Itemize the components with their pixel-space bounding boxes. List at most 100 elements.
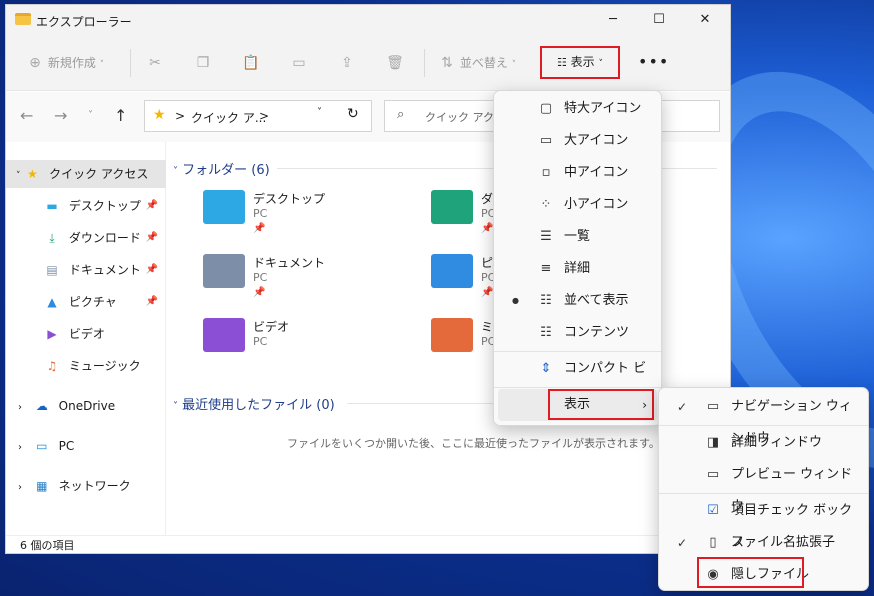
checkmark-icon: ✓: [677, 400, 688, 414]
sidebar-item-label: OneDrive: [58, 399, 116, 413]
submenu-item-file-extensions[interactable]: ✓ ▯ ファイル名拡張子: [663, 527, 864, 559]
recent-locations-chevron-icon[interactable]: ˅: [88, 110, 93, 121]
sidebar-item-label: PC: [58, 439, 75, 453]
group-header-label: 最近使用したファイル (0): [182, 398, 335, 413]
checkmark-icon: ✓: [677, 536, 688, 550]
more-options-button[interactable]: •••: [638, 52, 669, 71]
menu-item-large-icons[interactable]: ▭ 大アイコン: [498, 125, 657, 157]
minimize-button[interactable]: ─: [590, 7, 636, 33]
sidebar-item-desktop[interactable]: ▬ デスクトップ 📌: [6, 192, 166, 220]
menu-item-list[interactable]: ☰ 一覧: [498, 221, 657, 253]
cut-button[interactable]: ✂: [146, 52, 164, 74]
folder-item[interactable]: ドキュメント PC 📌: [203, 254, 403, 310]
submenu-item-details-pane[interactable]: ◨ 詳細ウィンドウ: [663, 427, 864, 459]
view-menu: ▢ 特大アイコン ▭ 大アイコン ▫ 中アイコン ⁘ 小アイコン ☰ 一覧 ≡ …: [493, 90, 662, 426]
folder-icon: [15, 13, 31, 25]
navigation-pane: ˅ ★ クイック アクセス ▬ デスクトップ 📌 ⤓ ダウンロード 📌 ▤ ドキ…: [6, 142, 166, 535]
folder-location: PC: [253, 335, 268, 348]
menu-divider: [494, 351, 661, 352]
close-button[interactable]: ✕: [682, 7, 728, 33]
copy-button[interactable]: ❐: [194, 52, 212, 74]
expand-chevron-icon: ˅: [16, 171, 21, 181]
document-icon: ▤: [46, 263, 58, 277]
command-bar: ⊕ 新規作成 ˅ ✂ ❐ 📋 ▭ ⇪ 🗑 ⇅ 並べ替え ˅ ☷ 表示 ˅ •••: [6, 35, 730, 91]
rename-button[interactable]: ▭: [290, 52, 308, 74]
sidebar-item-quick-access[interactable]: ˅ ★ クイック アクセス: [6, 160, 166, 188]
menu-divider: [659, 425, 868, 426]
highlight-show-item: [548, 389, 654, 420]
list-icon: ☰: [540, 229, 552, 244]
sidebar-item-network[interactable]: › ▦ ネットワーク: [6, 472, 166, 500]
sidebar-item-music[interactable]: ♫ ミュージック: [6, 352, 166, 380]
sidebar-item-documents[interactable]: ▤ ドキュメント 📌: [6, 256, 166, 284]
search-icon: ⌕: [397, 107, 405, 122]
compact-view-icon: ⇕: [540, 361, 552, 376]
submenu-item-navigation-pane[interactable]: ✓ ▭ ナビゲーション ウィンドウ: [663, 391, 864, 446]
recent-group-header[interactable]: ˅ 最近使用したファイル (0): [173, 394, 335, 413]
folder-name: ダ: [481, 192, 494, 206]
menu-item-details[interactable]: ≡ 詳細: [498, 253, 657, 285]
paste-button[interactable]: 📋: [242, 52, 260, 74]
folder-item[interactable]: ビデオ PC: [203, 318, 403, 374]
pin-icon: 📌: [253, 223, 266, 234]
breadcrumb-current[interactable]: クイック ア...: [191, 109, 266, 126]
sidebar-item-pc[interactable]: › ▭ PC: [6, 432, 166, 460]
sidebar-item-pictures[interactable]: ▲ ピクチャ 📌: [6, 288, 166, 316]
status-bar: 6 個の項目: [6, 535, 730, 553]
view-label: 表示: [570, 55, 595, 69]
pin-icon: 📌: [253, 287, 266, 298]
sidebar-item-label: ビデオ: [68, 327, 105, 341]
back-arrow-icon[interactable]: ←: [20, 106, 33, 125]
picture-icon: ▲: [47, 295, 57, 309]
address-field[interactable]: ★ > クイック ア... > ˅ ↻: [144, 100, 372, 132]
folder-item[interactable]: デスクトップ PC 📌: [203, 190, 403, 246]
toolbar-divider: [424, 49, 425, 77]
sidebar-item-videos[interactable]: ▶ ビデオ: [6, 320, 166, 348]
cloud-icon: ☁: [35, 399, 48, 413]
sidebar-item-label: デスクトップ: [68, 199, 141, 213]
share-button[interactable]: ⇪: [338, 52, 356, 74]
menu-item-small-icons[interactable]: ⁘ 小アイコン: [498, 189, 657, 221]
sidebar-item-onedrive[interactable]: › ☁ OneDrive: [6, 392, 166, 420]
copy-icon: ❐: [196, 55, 210, 71]
highlight-hidden-files: [697, 557, 804, 588]
tiles-icon: ☷: [540, 293, 552, 308]
folders-group-header[interactable]: ˅ フォルダー (6): [173, 159, 270, 178]
up-arrow-icon[interactable]: ↑: [114, 106, 127, 125]
sidebar-item-label: ダウンロード: [68, 231, 141, 245]
pin-icon: 📌: [145, 264, 158, 275]
music-folder-icon: [431, 318, 473, 352]
address-history-chevron-icon[interactable]: ˅: [317, 107, 322, 118]
large-icons-icon: ▭: [539, 133, 553, 148]
selected-bullet-icon: ●: [512, 296, 519, 305]
menu-item-compact-view[interactable]: ⇕ コンパクト ビュー: [498, 353, 657, 408]
refresh-icon[interactable]: ↻: [347, 106, 359, 122]
details-icon: ≡: [540, 261, 552, 276]
delete-button[interactable]: 🗑: [386, 52, 404, 74]
sidebar-item-downloads[interactable]: ⤓ ダウンロード 📌: [6, 224, 166, 252]
content-icon: ☷: [540, 325, 552, 340]
submenu-item-preview-pane[interactable]: ▭ プレビュー ウィンドウ: [663, 459, 864, 514]
pin-icon: 📌: [145, 296, 158, 307]
menu-item-medium-icons[interactable]: ▫ 中アイコン: [498, 157, 657, 189]
new-button[interactable]: ⊕ 新規作成 ˅: [26, 52, 104, 74]
menu-item-extra-large-icons[interactable]: ▢ 特大アイコン: [498, 93, 657, 125]
title-bar: エクスプローラー ─ ☐ ✕: [6, 5, 730, 35]
desktop-icon: ▬: [46, 199, 58, 213]
maximize-button[interactable]: ☐: [636, 7, 682, 33]
collapse-chevron-icon: ˅: [173, 166, 178, 177]
menu-item-tiles[interactable]: ● ☷ 並べて表示: [498, 285, 657, 317]
share-icon: ⇪: [341, 55, 353, 71]
submenu-item-item-checkboxes[interactable]: ☑ 項目チェック ボックス: [663, 495, 864, 550]
sort-button[interactable]: ⇅ 並べ替え ˅: [438, 52, 516, 74]
star-icon: ★: [153, 107, 166, 123]
clipboard-icon: 📋: [242, 55, 260, 71]
plus-circle-icon: ⊕: [29, 55, 41, 71]
sidebar-item-label: ネットワーク: [58, 479, 131, 493]
menu-item-content[interactable]: ☷ コンテンツ: [498, 317, 657, 349]
video-icon: ▶: [47, 327, 57, 341]
star-icon: ★: [26, 167, 38, 181]
sidebar-item-label: ミュージック: [68, 359, 141, 373]
view-button[interactable]: ☷ 表示 ˅: [540, 46, 620, 79]
forward-arrow-icon[interactable]: →: [54, 106, 67, 125]
